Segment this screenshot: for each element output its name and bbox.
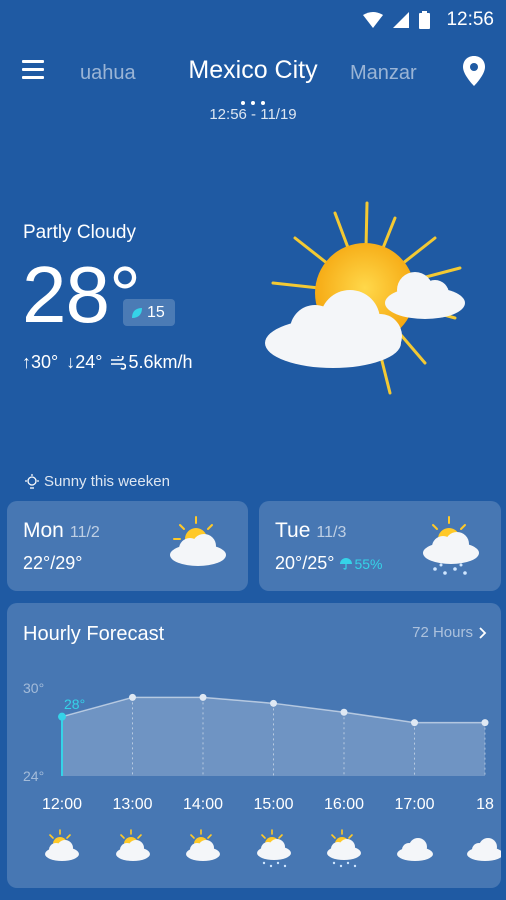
aqi-value: 15 — [147, 303, 165, 321]
battery-icon — [419, 11, 431, 29]
cloud-icon — [395, 829, 435, 874]
cloudy-rain-icon — [423, 516, 479, 575]
temp-point — [270, 699, 277, 707]
status-time: 12:56 — [446, 9, 494, 30]
current-condition: Partly Cloudy — [23, 222, 136, 243]
wifi-icon — [363, 12, 384, 28]
partly-cloudy-large-icon — [265, 201, 465, 395]
temp-range-wind: ↑30° ↓24° 5.6km/h — [22, 352, 193, 373]
location-pin-icon[interactable] — [462, 56, 486, 86]
time-row: 12:00 13:00 14:00 15:00 16:00 17:00 18 — [7, 796, 501, 816]
hour-label: 15:00 — [253, 796, 294, 813]
hour-label: 14:00 — [182, 796, 224, 813]
lightbulb-icon — [25, 473, 39, 489]
cloudy-rain-icon — [324, 829, 364, 874]
leaf-icon — [132, 307, 142, 318]
hourly-forecast-card: Hourly Forecast 72 Hours 30° 24° 28° 12:… — [7, 603, 501, 888]
day-card-mon[interactable]: Mon 11/2 22°/29° — [7, 501, 248, 591]
hourly-temp-chart: 30° 24° 28° — [23, 680, 489, 784]
hour-label: 17:00 — [394, 796, 435, 813]
high-temp: ↑30° — [22, 352, 59, 372]
partly-cloudy-icon — [183, 829, 223, 874]
signal-icon — [393, 12, 410, 28]
day-card-tue[interactable]: Tue 11/3 20°/25° 55% — [259, 501, 501, 591]
low-temp: ↓24° — [66, 352, 103, 372]
city-prev[interactable]: uahua — [80, 62, 136, 85]
hour-icon-row — [7, 829, 501, 869]
cloudy-rain-icon — [254, 829, 294, 874]
temp-point — [129, 693, 136, 701]
day-range: 20°/25° 55% — [275, 553, 383, 573]
day-name: Tue 11/3 — [275, 519, 347, 542]
update-datetime: 12:56 - 11/19 — [209, 106, 297, 123]
hour-label: 12:00 — [41, 796, 83, 813]
aqi-badge[interactable]: 15 — [123, 299, 175, 326]
y-label-bottom: 24° — [23, 768, 44, 784]
partly-cloudy-icon — [42, 829, 82, 874]
city-header: Mexico City uahua Manzar — [0, 50, 506, 94]
day-name: Mon 11/2 — [23, 519, 100, 542]
wind: 5.6km/h — [110, 352, 193, 373]
precip-chance: 55% — [340, 556, 382, 572]
temp-point — [340, 708, 348, 716]
partly-cloudy-icon — [113, 829, 153, 874]
status-bar: 12:56 — [0, 0, 506, 40]
partly-cloudy-icon — [170, 516, 226, 566]
highlight-temp-label: 28° — [64, 696, 85, 712]
hour-label: 16:00 — [323, 796, 365, 813]
temp-point — [199, 693, 207, 701]
hour-label: 13:00 — [112, 796, 153, 813]
temp-point — [58, 712, 66, 721]
weekend-hint: Sunny this weeken — [24, 473, 170, 490]
cloud-icon — [465, 829, 501, 874]
wind-icon — [111, 355, 127, 370]
umbrella-icon — [340, 557, 353, 570]
city-current[interactable]: Mexico City — [0, 56, 506, 85]
temp-point — [481, 719, 489, 727]
day-range: 22°/29° — [23, 553, 83, 573]
temp-point — [411, 719, 418, 727]
city-next[interactable]: Manzar — [350, 62, 417, 85]
hour-label: 18 — [476, 796, 494, 813]
y-label-top: 30° — [23, 680, 44, 696]
